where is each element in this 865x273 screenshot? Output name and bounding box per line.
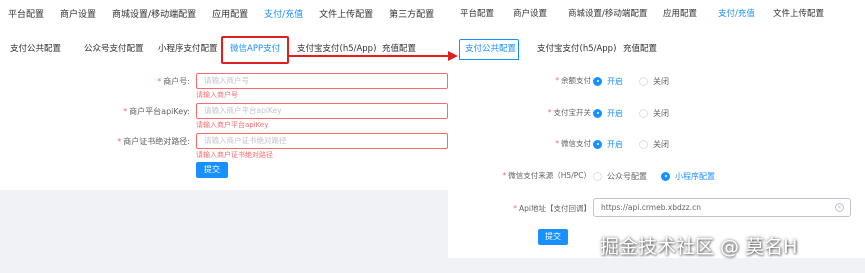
left-submit-button[interactable]: 提交 bbox=[196, 162, 228, 178]
right-sub-tabs: 支付公共配置 支付宝支付(h5/App) 充值配置 bbox=[448, 38, 865, 60]
nav-merchant-settings[interactable]: 商户设置 bbox=[513, 0, 547, 28]
api-address-input[interactable]: https://api.crmeb.xbdzz.cn × bbox=[593, 198, 851, 217]
radio-dot-icon bbox=[639, 108, 648, 118]
left-settings-panel: 平台配置 商户设置 商城设置/移动端配置 应用配置 支付/充值 文件上传配置 第… bbox=[0, 0, 448, 190]
right-submit-button[interactable]: 提交 bbox=[538, 229, 568, 245]
cert-path-input[interactable]: 请输入商户证书绝对路径 bbox=[196, 133, 448, 149]
tab-payment-common[interactable]: 支付公共配置 bbox=[465, 38, 516, 60]
radio-dot-icon bbox=[639, 139, 648, 149]
merchant-id-input[interactable]: 请输入商户号 bbox=[196, 73, 448, 89]
nav-platform-config[interactable]: 平台配置 bbox=[460, 0, 494, 28]
highlight-box bbox=[221, 36, 289, 64]
tab-recharge-config[interactable]: 充值配置 bbox=[382, 38, 416, 60]
wechat-source-row: * 微信支付来源（H5/PC） 公众号配置 小程序配置 bbox=[448, 169, 865, 183]
nav-platform-config[interactable]: 平台配置 bbox=[0, 0, 52, 30]
official-account-radio[interactable]: 公众号配置 bbox=[593, 169, 647, 183]
nav-app-config[interactable]: 应用配置 bbox=[663, 0, 697, 28]
tab-alipay-h5-app[interactable]: 支付宝支付(h5/App) bbox=[537, 38, 616, 60]
nav-payment-recharge[interactable]: 支付/充值 bbox=[718, 0, 755, 28]
balance-pay-row: * 余额支付 开启 关闭 bbox=[448, 74, 865, 88]
api-key-input[interactable]: 请输入商户平台apiKey bbox=[196, 103, 448, 119]
radio-dot-icon bbox=[593, 139, 602, 149]
form-label: * 商户号: bbox=[157, 77, 190, 86]
api-address-value: https://api.crmeb.xbdzz.cn bbox=[601, 203, 701, 212]
wechat-pay-on-radio[interactable]: 开启 bbox=[593, 137, 623, 151]
right-settings-panel: 平台配置 商户设置 商城设置/移动端配置 应用配置 支付/充值 文件上传配置 支… bbox=[448, 0, 865, 258]
form-label: * 商户证书绝对路径: bbox=[117, 137, 190, 146]
wechat-pay-off-radio[interactable]: 关闭 bbox=[639, 137, 669, 151]
radio-dot-icon bbox=[593, 76, 602, 86]
radio-dot-icon bbox=[593, 171, 602, 181]
tab-alipay-h5-app[interactable]: 支付宝支付(h5/App) bbox=[297, 38, 376, 60]
error-text: 请输入商户平台apiKey bbox=[196, 121, 269, 129]
tab-payment-common[interactable]: 支付公共配置 bbox=[10, 38, 61, 60]
alipay-off-radio[interactable]: 关闭 bbox=[639, 106, 669, 120]
tab-recharge-config[interactable]: 充值配置 bbox=[623, 38, 657, 60]
alipay-switch-row: * 支付宝开关 开启 关闭 bbox=[448, 106, 865, 120]
active-tab-indicator bbox=[459, 59, 519, 60]
radio-dot-icon bbox=[661, 171, 670, 181]
screenshot: 平台配置 商户设置 商城设置/移动端配置 应用配置 支付/充值 文件上传配置 第… bbox=[0, 0, 865, 273]
left-background bbox=[0, 190, 448, 273]
right-top-nav: 平台配置 商户设置 商城设置/移动端配置 应用配置 支付/充值 文件上传配置 bbox=[448, 0, 865, 28]
nav-third-party-config[interactable]: 第三方配置 bbox=[381, 0, 442, 30]
balance-pay-on-radio[interactable]: 开启 bbox=[593, 74, 623, 88]
api-address-row: * Api地址【支付回调】 https://api.crmeb.xbdzz.cn … bbox=[448, 198, 865, 217]
error-text: 请输入商户号 bbox=[196, 91, 238, 99]
tab-official-account-pay[interactable]: 公众号支付配置 bbox=[84, 38, 144, 60]
tab-mini-program-pay[interactable]: 小程序支付配置 bbox=[158, 38, 218, 60]
form-label: * 支付宝开关 bbox=[547, 108, 591, 117]
nav-merchant-settings[interactable]: 商户设置 bbox=[52, 0, 104, 30]
radio-dot-icon bbox=[593, 108, 602, 118]
nav-mall-mobile-config[interactable]: 商城设置/移动端配置 bbox=[104, 0, 204, 30]
mini-program-radio[interactable]: 小程序配置 bbox=[661, 169, 715, 183]
form-label: * 余额支付 bbox=[555, 76, 591, 85]
nav-payment-recharge[interactable]: 支付/充值 bbox=[256, 0, 311, 30]
form-label: * 微信支付 bbox=[555, 139, 591, 148]
clear-icon[interactable]: × bbox=[835, 203, 844, 212]
right-background bbox=[448, 258, 865, 273]
alipay-on-radio[interactable]: 开启 bbox=[593, 106, 623, 120]
wechat-pay-row: * 微信支付 开启 关闭 bbox=[448, 137, 865, 151]
watermark: 掘金技术社区 @ 莫名H bbox=[600, 236, 798, 258]
nav-mall-mobile-config[interactable]: 商城设置/移动端配置 bbox=[568, 0, 647, 28]
nav-file-upload-config[interactable]: 文件上传配置 bbox=[311, 0, 381, 30]
error-text: 请输入商户证书绝对路径 bbox=[196, 151, 273, 159]
nav-app-config[interactable]: 应用配置 bbox=[204, 0, 256, 30]
form-label: * 商户平台apiKey: bbox=[123, 107, 190, 116]
form-label: * 微信支付来源（H5/PC） bbox=[502, 171, 591, 180]
left-top-nav: 平台配置 商户设置 商城设置/移动端配置 应用配置 支付/充值 文件上传配置 第… bbox=[0, 0, 448, 30]
balance-pay-off-radio[interactable]: 关闭 bbox=[639, 74, 669, 88]
nav-file-upload-config[interactable]: 文件上传配置 bbox=[773, 0, 824, 28]
form-label: * Api地址【支付回调】 bbox=[513, 204, 591, 213]
radio-dot-icon bbox=[639, 76, 648, 86]
